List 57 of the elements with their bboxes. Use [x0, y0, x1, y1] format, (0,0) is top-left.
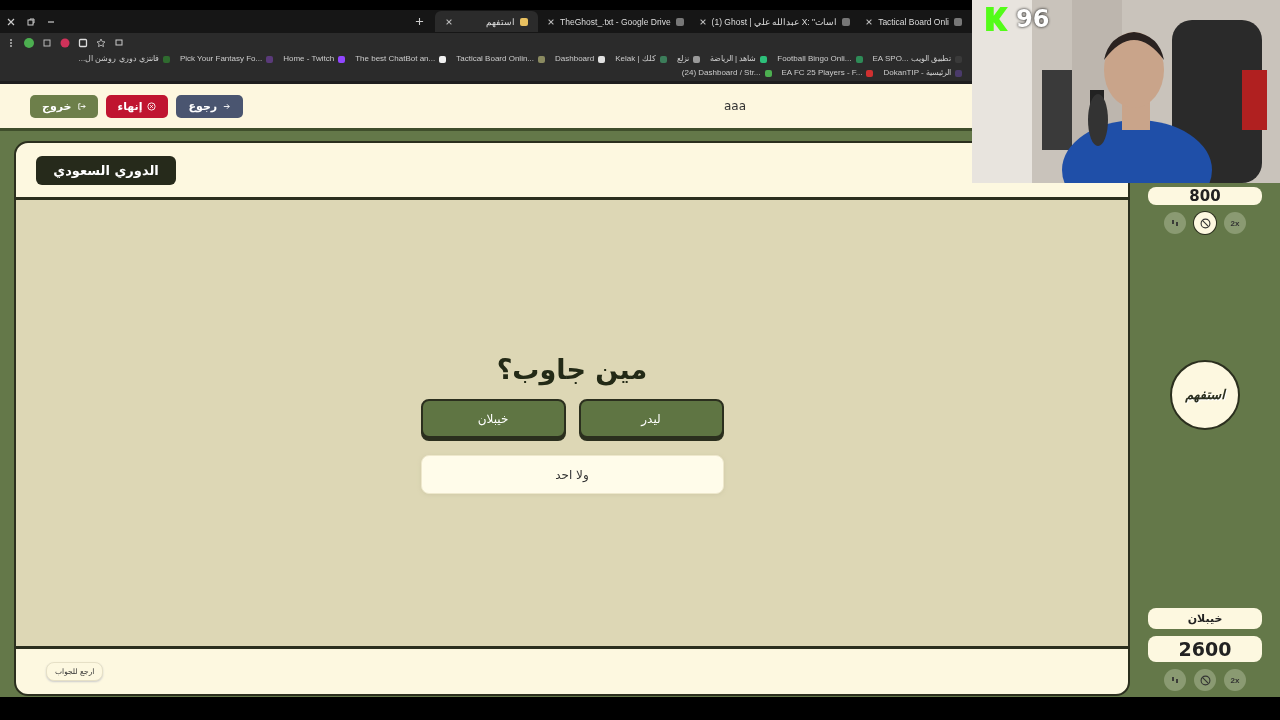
team-score: 800 — [1148, 187, 1262, 205]
extension-icon[interactable] — [42, 37, 52, 48]
answer-button[interactable]: ليدر — [578, 399, 724, 438]
viewer-count: 96 — [1016, 5, 1050, 33]
exit-icon — [76, 101, 86, 111]
swap-button[interactable] — [1164, 212, 1186, 234]
category-label: الدوري السعودي — [36, 155, 176, 185]
bookmark[interactable]: شاهد | الرياضة — [709, 53, 768, 65]
bars-icon — [1170, 218, 1180, 228]
team-score: 2600 — [1148, 636, 1262, 662]
bookmark[interactable]: The best ChatBot an... — [355, 53, 447, 65]
bookmark[interactable]: (24) Dashboard / Str... — [681, 67, 772, 79]
answer-button[interactable]: ولا احد — [420, 455, 724, 494]
header-button[interactable]: خروج — [30, 94, 98, 118]
answer-button[interactable]: خيبلان — [420, 399, 566, 438]
close-icon[interactable] — [445, 17, 454, 26]
team-name: خيبلان — [1148, 608, 1262, 629]
header-button[interactable]: إنهاء — [105, 94, 169, 118]
extension-icon[interactable] — [78, 37, 88, 48]
browser-tab[interactable]: Tactical Board Onli — [859, 11, 968, 32]
swap-button[interactable] — [1164, 669, 1186, 691]
close-icon[interactable] — [6, 16, 16, 27]
double-points-button[interactable]: 2x — [1224, 212, 1246, 234]
profile-icon[interactable] — [24, 37, 34, 48]
bookmark[interactable]: فانتزي دوري روشن ال... — [78, 53, 170, 65]
star-icon[interactable] — [96, 37, 106, 48]
prohibited-icon — [1199, 217, 1211, 229]
bookmark[interactable]: EA SPO... تطبيق الويب — [872, 53, 962, 65]
header-button[interactable]: رجوع — [176, 94, 244, 118]
close-icon[interactable] — [698, 17, 707, 26]
bookmark[interactable]: DokanTIP - الرئيسية — [883, 67, 962, 79]
bookmark[interactable]: Tactical Board Onlin... — [456, 53, 546, 65]
close-icon — [147, 101, 157, 111]
game-title: aaa — [723, 99, 746, 113]
bookmark[interactable]: Kelak | كلك — [615, 53, 667, 65]
arrow-icon — [222, 101, 232, 111]
block-button[interactable] — [1194, 212, 1216, 234]
plus-icon[interactable] — [415, 17, 425, 26]
browser-tab[interactable]: استفهم — [435, 11, 539, 32]
restore-icon[interactable] — [26, 16, 36, 27]
bookmark[interactable]: EA FC 25 Players - F... — [781, 67, 874, 79]
bookmark[interactable]: نزلع — [676, 53, 700, 65]
cast-icon[interactable] — [114, 37, 124, 48]
bookmark[interactable]: Home - Twitch — [283, 53, 346, 65]
bookmark[interactable]: Football Bingo Onli... — [777, 53, 863, 65]
close-icon[interactable] — [865, 17, 874, 26]
double-points-button[interactable]: 2x — [1224, 669, 1246, 691]
logo: استفهم — [1170, 359, 1240, 430]
logo-icon — [986, 7, 1008, 31]
bookmark[interactable]: Pick Your Fantasy Fo... — [179, 53, 274, 65]
bars-icon — [1170, 675, 1180, 685]
prohibited-icon — [1199, 674, 1211, 686]
close-icon[interactable] — [547, 17, 556, 26]
browser-tab[interactable]: (1) Ghost | عبدالله علي X: "اسات — [692, 11, 857, 32]
question-text: مين جاوب؟ — [496, 354, 648, 385]
bookmark[interactable]: Dashboard — [555, 53, 606, 65]
browser-tab[interactable]: TheGhost_.txt - Google Drive — [541, 11, 690, 32]
